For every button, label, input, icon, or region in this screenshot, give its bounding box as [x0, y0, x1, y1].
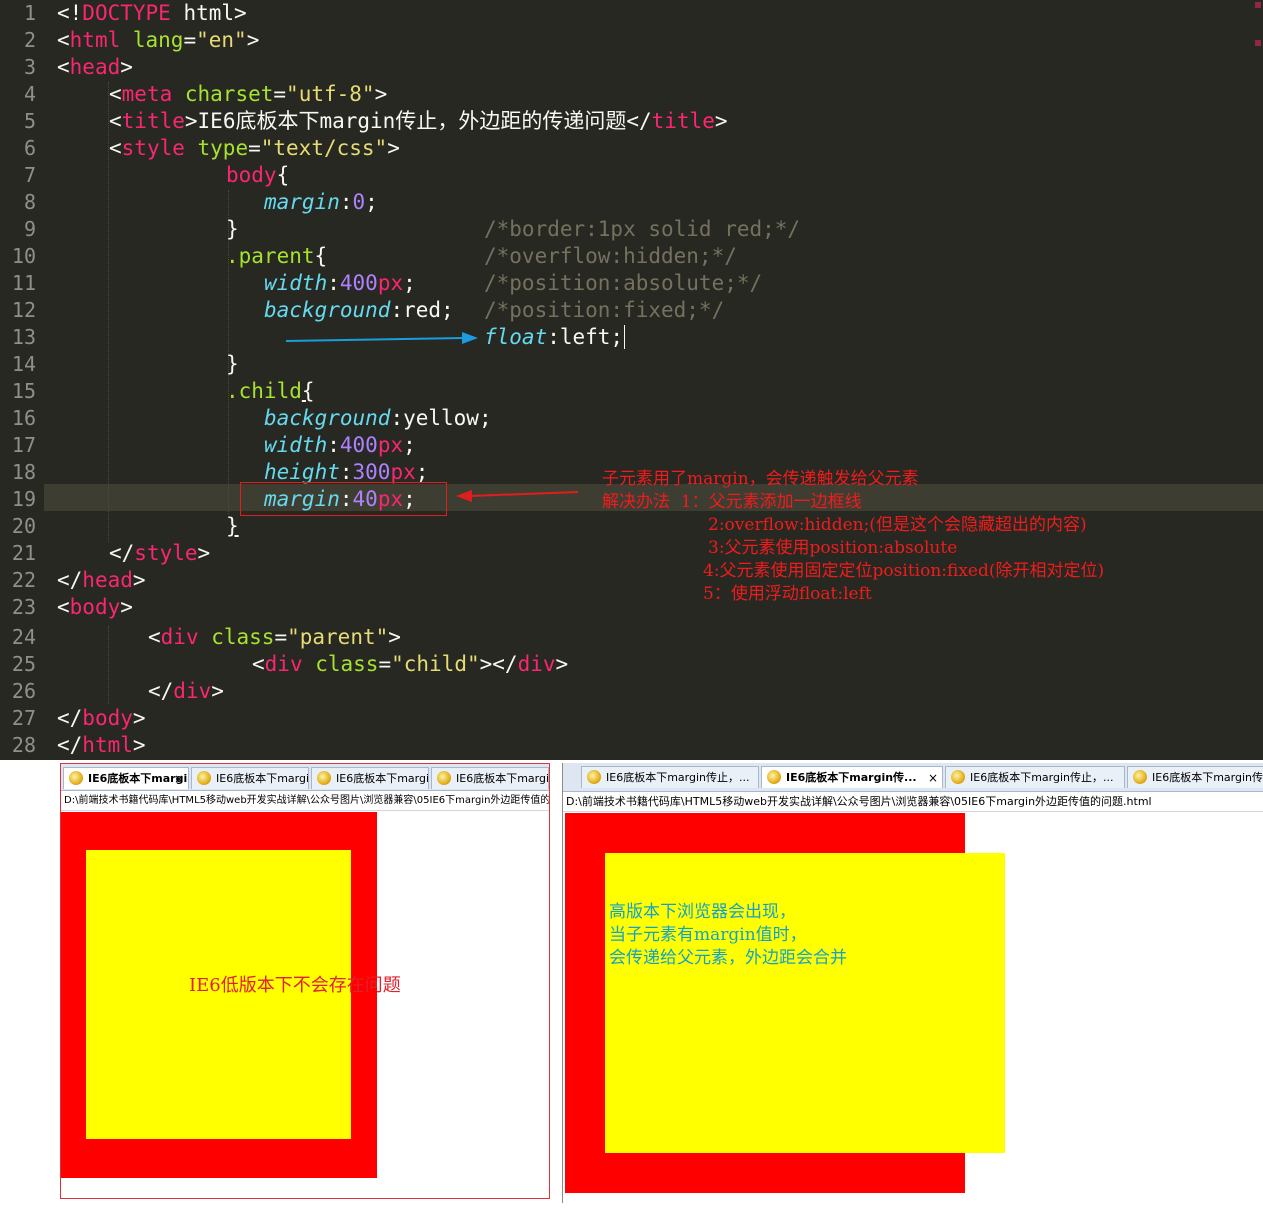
annotation-line: 解决办法 1：父元素添加一边框线 — [602, 492, 862, 512]
browser-tab-active[interactable]: IE6底板本下margin传... × — [761, 766, 943, 788]
address-bar[interactable]: D:\前端技术书籍代码库\HTML5移动web开发实战详解\公众号图片\浏览器兼… — [61, 791, 549, 811]
browser-tab[interactable]: IE6底板本下margin传止，... — [581, 766, 759, 788]
ie6-browser-window: IE6底板本下margin传...× IE6底板本下margin传止，... I… — [60, 763, 550, 1199]
tab-label: IE6底板本下margin传止，... — [216, 772, 309, 785]
modern-browser-window: IE6底板本下margin传止，... IE6底板本下margin传... × I… — [562, 763, 1263, 1203]
ie-icon — [587, 770, 601, 784]
ie6-tab[interactable]: IE6底板本下margin传止，... — [431, 767, 549, 789]
ie6-tab-active[interactable]: IE6底板本下margin传...× — [63, 767, 189, 789]
ie-icon — [69, 771, 83, 785]
caption-line: 当子元素有margin值时， — [609, 925, 807, 945]
tab-label: IE6底板本下margin传... — [786, 771, 917, 784]
ie6-caption: IE6低版本下不会存在问题 — [189, 975, 401, 996]
browser-tab[interactable]: IE6底板本下margin传 — [1127, 766, 1263, 788]
ie-icon — [951, 770, 965, 784]
close-icon[interactable]: × — [928, 767, 938, 788]
ie6-tab[interactable]: IE6底板本下margin传止，... — [191, 767, 309, 789]
ie-icon — [1133, 770, 1147, 784]
annotation-notes: 子元素用了margin，会传递触发给父元素 解决办法 1：父元素添加一边框线 2… — [602, 468, 1104, 606]
annotation-line: 5：使用浮动float:left — [703, 584, 872, 604]
child-element — [605, 853, 1005, 1153]
minimap-mark — [1255, 2, 1261, 8]
minimap-mark — [1255, 40, 1261, 46]
tab-label: IE6底板本下margin传 — [1152, 771, 1263, 784]
modern-caption: 高版本下浏览器会出现， 当子元素有margin值时， 会传递给父元素，外边距会合… — [609, 901, 847, 970]
annotation-line: 3:父元素使用position:absolute — [708, 538, 958, 558]
annotation-arrows — [285, 332, 579, 502]
ie-icon — [197, 771, 211, 785]
ie-icon — [767, 770, 781, 784]
ie-icon — [437, 771, 451, 785]
ie6-tab-bar: IE6底板本下margin传...× IE6底板本下margin传止，... I… — [61, 764, 549, 791]
tab-label: IE6底板本下margin传止，... — [336, 772, 429, 785]
red-arrow-head — [456, 490, 472, 502]
modern-tab-bar: IE6底板本下margin传止，... IE6底板本下margin传... × I… — [563, 763, 1263, 792]
tab-label: IE6底板本下margin传止，... — [456, 772, 549, 785]
annotation-line: 4:父元素使用固定定位position:fixed(除开相对定位) — [703, 561, 1105, 581]
code-editor[interactable]: 1 2 3 4 5 6 7 8 9 10 11 12 13 14 15 16 1… — [0, 0, 1263, 760]
caption-line: 高版本下浏览器会出现， — [609, 902, 796, 922]
close-icon[interactable]: × — [174, 768, 184, 789]
blue-arrow-line — [285, 337, 465, 342]
ie6-tab[interactable]: IE6底板本下margin传止，... — [311, 767, 429, 789]
address-bar[interactable]: D:\前端技术书籍代码库\HTML5移动web开发实战详解\公众号图片\浏览器兼… — [563, 792, 1263, 812]
tab-label: IE6底板本下margin传止，... — [970, 771, 1114, 784]
annotation-line: 2:overflow:hidden;(但是这个会隐藏超出的内容) — [708, 515, 1087, 535]
ie-icon — [317, 771, 331, 785]
tab-label: IE6底板本下margin传止，... — [606, 771, 750, 784]
red-arrow-line — [469, 491, 579, 497]
caption-line: 会传递给父元素，外边距会合并 — [609, 948, 847, 968]
annotation-line: 子元素用了margin，会传递触发给父元素 — [602, 469, 919, 489]
browser-tab[interactable]: IE6底板本下margin传止，... — [945, 766, 1125, 788]
blue-arrow-head — [462, 332, 478, 344]
